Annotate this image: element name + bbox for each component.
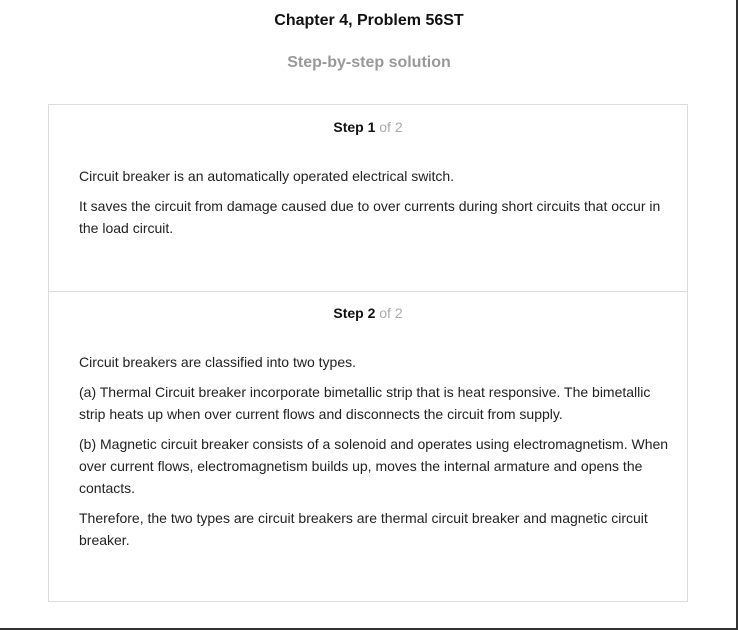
step-2-paragraph: (a) Thermal Circuit breaker incorporate … [79, 384, 651, 422]
step-1-body: Circuit breaker is an automatically oper… [79, 165, 669, 247]
step-2-body: Circuit breakers are classified into two… [79, 351, 669, 559]
step-1-count: of 2 [379, 119, 403, 135]
step-2-count: of 2 [379, 305, 403, 321]
solution-steps-panel: Step 1 of 2 Circuit breaker is an automa… [48, 104, 688, 602]
step-2-label: Step 2 [333, 305, 376, 321]
step-1-section: Step 1 of 2 Circuit breaker is an automa… [49, 105, 687, 292]
step-2-paragraph: Therefore, the two types are circuit bre… [79, 510, 648, 548]
step-1-paragraph: Circuit breaker is an automatically oper… [79, 168, 455, 184]
step-2-paragraph: (b) Magnetic circuit breaker consists of… [79, 436, 669, 496]
page-title: Chapter 4, Problem 56ST [274, 12, 464, 29]
step-2-paragraph: Circuit breakers are classified into two… [79, 354, 356, 370]
step-2-header: Step 2 of 2 [49, 305, 687, 321]
step-1-header: Step 1 of 2 [49, 119, 687, 135]
solution-subtitle: Step-by-step solution [287, 54, 451, 71]
step-2-section: Step 2 of 2 Circuit breakers are classif… [49, 291, 687, 601]
step-1-paragraph: It saves the circuit from damage caused … [79, 198, 661, 236]
step-1-label: Step 1 [333, 119, 376, 135]
